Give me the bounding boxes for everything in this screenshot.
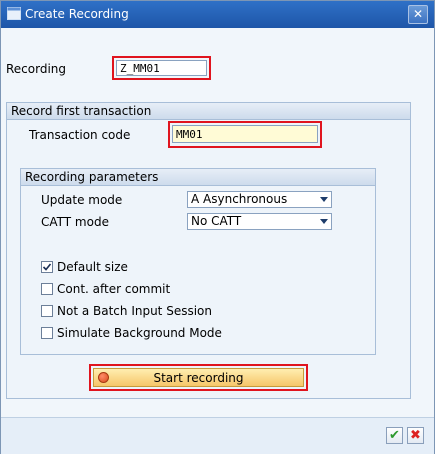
chevron-down-icon (320, 197, 328, 202)
not-batch-input-checkbox[interactable] (41, 305, 53, 317)
start-recording-button[interactable]: Start recording (93, 368, 304, 387)
cont-after-commit-label: Cont. after commit (57, 282, 171, 296)
catt-mode-label: CATT mode (41, 215, 109, 229)
recording-name-input[interactable]: Z_MM01 (116, 60, 207, 76)
recording-window-icon (7, 7, 21, 20)
chevron-down-icon (320, 219, 328, 224)
group-title: Record first transaction (11, 104, 152, 118)
catt-mode-value: No CATT (191, 214, 242, 228)
cancel-button[interactable]: ✖ (407, 427, 424, 444)
dialog-window: Create Recording ✕ Recording Z_MM01 Reco… (0, 0, 435, 454)
title-bar[interactable]: Create Recording ✕ (1, 1, 434, 28)
ok-button[interactable]: ✔ (386, 427, 403, 444)
transaction-code-label: Transaction code (29, 128, 131, 142)
window-title: Create Recording (25, 7, 129, 21)
update-mode-select[interactable]: A Asynchronous (187, 191, 332, 208)
recording-label: Recording (6, 62, 67, 76)
cont-after-commit-checkbox[interactable] (41, 283, 53, 295)
subgroup-title: Recording parameters (25, 170, 159, 184)
not-batch-input-label: Not a Batch Input Session (57, 304, 212, 318)
checkmark-icon (42, 263, 52, 271)
start-recording-label: Start recording (153, 371, 244, 385)
dialog-footer: ✔ ✖ (1, 417, 434, 454)
default-size-checkbox[interactable] (41, 261, 53, 273)
default-size-label: Default size (57, 260, 128, 274)
update-mode-label: Update mode (41, 193, 123, 207)
catt-mode-select[interactable]: No CATT (187, 213, 332, 230)
group-header: Record first transaction (7, 103, 410, 120)
close-button[interactable]: ✕ (408, 5, 428, 24)
simulate-background-checkbox[interactable] (41, 327, 53, 339)
transaction-code-input[interactable]: MM01 (172, 125, 318, 143)
update-mode-value: A Asynchronous (191, 192, 288, 206)
simulate-background-label: Simulate Background Mode (57, 326, 222, 340)
subgroup-header: Recording parameters (21, 169, 375, 186)
